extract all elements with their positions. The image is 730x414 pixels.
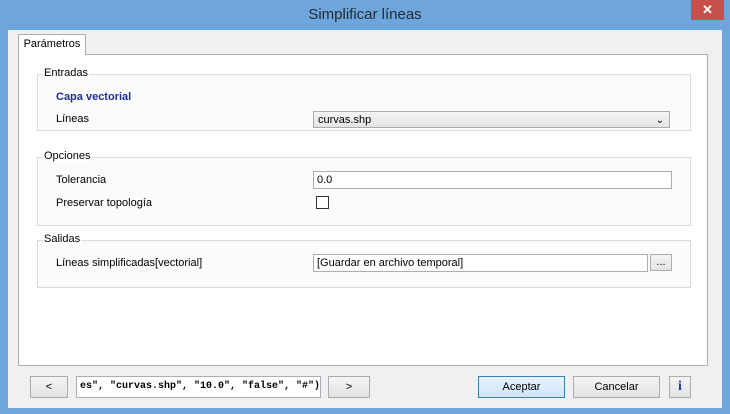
info-button[interactable]: i	[669, 376, 691, 398]
preservar-topologia-label: Preservar topología	[56, 197, 152, 209]
group-salidas-label: Salidas	[43, 233, 82, 245]
window-title: Simplificar líneas	[308, 6, 422, 23]
tolerancia-label: Tolerancia	[56, 174, 107, 186]
preservar-topologia-checkbox[interactable]	[316, 196, 329, 209]
dialog-body: Parámetros Entradas Capa vectorial Línea…	[8, 30, 722, 408]
next-button[interactable]: >	[328, 376, 370, 398]
group-opciones: Opciones Tolerancia Preservar topología	[37, 150, 691, 226]
group-salidas: Salidas Líneas simplificadas[vectorial] …	[37, 233, 691, 288]
chevron-down-icon: ⌄	[655, 115, 664, 126]
lineas-select-value: curvas.shp	[318, 114, 372, 126]
group-entradas: Entradas Capa vectorial Líneas curvas.sh…	[37, 67, 691, 131]
capa-vectorial-heading: Capa vectorial	[56, 91, 132, 103]
info-icon: i	[678, 379, 682, 394]
title-bar: Simplificar líneas ✕	[0, 0, 730, 30]
browse-output-button[interactable]: ...	[650, 254, 672, 271]
lineas-label: Líneas	[56, 113, 90, 125]
tab-parametros[interactable]: Parámetros	[18, 34, 86, 55]
output-path-input[interactable]	[313, 254, 648, 272]
command-text-field[interactable]: es", "curvas.shp", "10.0", "false", "#")	[76, 376, 321, 398]
group-opciones-label: Opciones	[43, 150, 92, 162]
tolerancia-input[interactable]	[313, 171, 672, 189]
cancel-button[interactable]: Cancelar	[573, 376, 660, 398]
parameters-panel: Entradas Capa vectorial Líneas curvas.sh…	[18, 54, 708, 366]
close-icon: ✕	[702, 2, 713, 17]
group-entradas-label: Entradas	[43, 67, 90, 79]
accept-button[interactable]: Aceptar	[478, 376, 565, 398]
close-button[interactable]: ✕	[691, 0, 724, 20]
lineas-select[interactable]: curvas.shp ⌄	[313, 111, 670, 128]
lineas-simplificadas-label: Líneas simplificadas[vectorial]	[56, 257, 203, 269]
previous-button[interactable]: <	[30, 376, 68, 398]
